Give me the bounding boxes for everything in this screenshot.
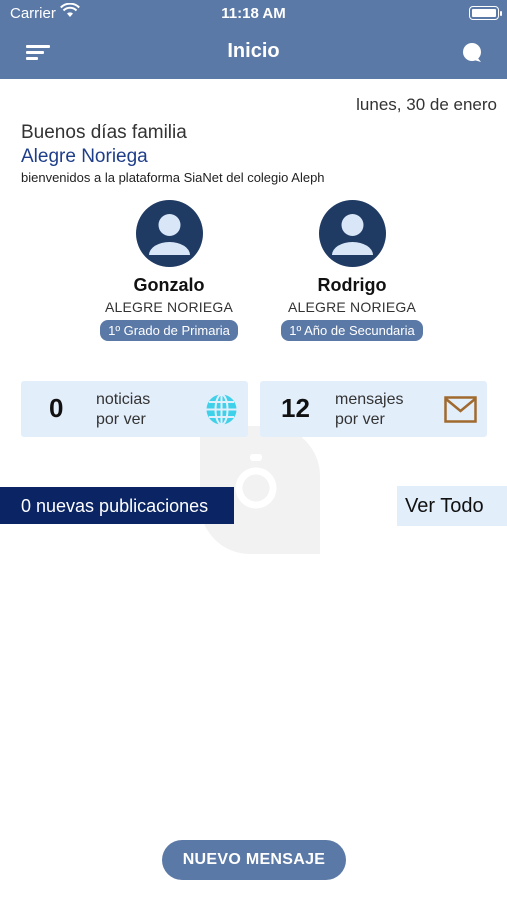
news-label: noticias por ver <box>96 390 150 430</box>
messages-label: mensajes por ver <box>335 390 403 430</box>
current-date: lunes, 30 de enero <box>356 95 497 114</box>
person-avatar-icon <box>135 200 203 267</box>
messages-label-line1: mensajes <box>335 391 404 408</box>
news-label-line1: noticias <box>96 391 151 408</box>
see-all-button[interactable]: Ver Todo <box>397 486 507 526</box>
globe-icon <box>206 393 237 426</box>
news-label-line2: por ver <box>96 411 146 428</box>
news-count: 0 <box>49 393 64 423</box>
new-publications-button[interactable]: 0 nuevas publicaciones <box>0 487 234 524</box>
student-card-gonzalo[interactable]: Gonzalo ALEGRE NORIEGA 1º Grado de Prima… <box>89 200 249 341</box>
envelope-icon <box>444 396 477 423</box>
messages-count: 12 <box>281 393 310 423</box>
student-first-name: Gonzalo <box>133 275 205 295</box>
status-time: 11:18 AM <box>221 5 286 22</box>
status-bar: Carrier 11:18 AM <box>0 0 507 28</box>
chat-button[interactable] <box>461 42 483 64</box>
student-first-name: Rodrigo <box>317 275 387 295</box>
welcome-text: bienvenidos a la plataforma SiaNet del c… <box>21 170 325 185</box>
messages-label-line2: por ver <box>335 411 385 428</box>
chat-bubble-icon <box>463 43 481 62</box>
student-last-name: ALEGRE NORIEGA <box>104 299 234 315</box>
messages-summary-card[interactable]: 12 mensajes por ver <box>260 381 487 437</box>
student-grade-badge: 1º Año de Secundaria <box>281 320 423 341</box>
page-title: Inicio <box>227 40 280 62</box>
app-header: Carrier 11:18 AM Inicio <box>0 0 507 79</box>
student-last-name: ALEGRE NORIEGA <box>287 299 417 315</box>
new-message-button[interactable]: NUEVO MENSAJE <box>162 840 346 880</box>
battery-icon <box>469 6 502 20</box>
person-avatar-icon <box>318 200 386 267</box>
family-name: Alegre Noriega <box>21 146 148 167</box>
student-grade-badge: 1º Grado de Primaria <box>100 320 238 341</box>
news-summary-card[interactable]: 0 noticias por ver <box>21 381 248 437</box>
student-card-rodrigo[interactable]: Rodrigo ALEGRE NORIEGA 1º Año de Secunda… <box>272 200 432 341</box>
greeting-text: Buenos días familia <box>21 122 187 143</box>
